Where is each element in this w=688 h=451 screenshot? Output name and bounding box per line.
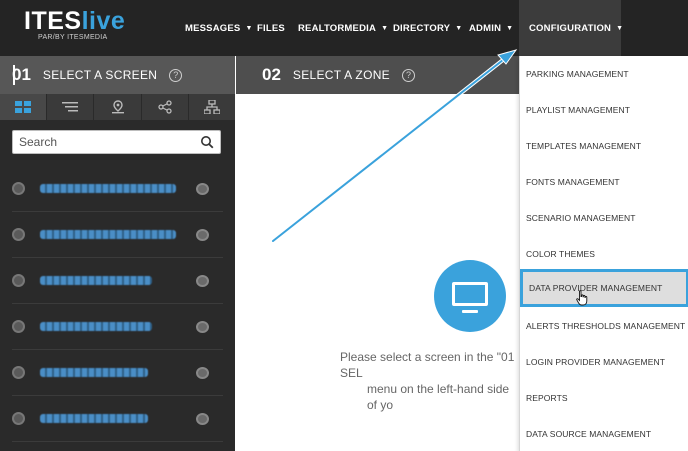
logo-text: ITESlive	[24, 7, 126, 35]
menu-item-data-provider-management[interactable]: DATA PROVIDER MANAGEMENT	[520, 269, 688, 307]
caret-down-icon: ▼	[245, 24, 253, 32]
caret-down-icon: ▼	[455, 24, 463, 32]
search-input[interactable]	[13, 131, 193, 153]
menu-item-templates-management[interactable]: TEMPLATES MANAGEMENT	[520, 128, 688, 164]
screen-action-icon[interactable]	[196, 229, 209, 241]
nav-admin[interactable]: ADMIN ▼	[469, 0, 513, 56]
screen-action-icon[interactable]	[196, 183, 209, 195]
screen-name	[40, 414, 148, 423]
share-view-button[interactable]	[142, 94, 189, 120]
menu-item-scenario-management[interactable]: SCENARIO MANAGEMENT	[520, 200, 688, 236]
help-icon[interactable]: ?	[401, 68, 415, 82]
caret-down-icon: ▼	[616, 24, 624, 32]
screen-name	[40, 184, 176, 193]
menu-item-color-themes[interactable]: COLOR THEMES	[520, 236, 688, 272]
nav-messages[interactable]: MESSAGES ▼	[185, 0, 253, 56]
nav-realtormedia[interactable]: REALTORMEDIA ▼	[298, 0, 388, 56]
text-cursor	[13, 65, 15, 85]
menu-item-alerts-thresholds-management[interactable]: ALERTS THRESHOLDS MANAGEMENT	[520, 308, 688, 344]
screen-list-item[interactable]	[0, 212, 235, 258]
filter-list-view-button[interactable]	[47, 94, 95, 120]
screen-status-icon	[12, 228, 25, 241]
screen-status-icon	[12, 274, 25, 287]
monitor-icon	[434, 260, 506, 332]
nav-configuration[interactable]: CONFIGURATION ▼	[519, 0, 624, 56]
iteslive-logo[interactable]: ITESlive PAR/BY ITESMEDIA	[24, 8, 125, 41]
screen-action-icon[interactable]	[196, 321, 209, 333]
help-icon[interactable]: ?	[169, 68, 183, 82]
screen-status-icon	[12, 366, 25, 379]
menu-item-data-source-management[interactable]: DATA SOURCE MANAGEMENT	[520, 416, 688, 451]
select-screen-header: 01 SELECT A SCREEN ?	[0, 56, 235, 94]
grid-view-button[interactable]	[0, 94, 48, 120]
search-box	[12, 130, 221, 154]
caret-down-icon: ▼	[381, 24, 389, 32]
screen-status-icon	[12, 182, 25, 195]
nav-directory[interactable]: DIRECTORY ▼	[393, 0, 462, 56]
screen-name	[40, 276, 152, 285]
grid-icon	[15, 101, 32, 113]
screen-list-item[interactable]	[0, 258, 235, 304]
hand-pointer-icon	[576, 290, 588, 306]
screen-action-icon[interactable]	[196, 367, 209, 379]
top-navigation-bar: ITESlive PAR/BY ITESMEDIA MESSAGES ▼ FILE…	[0, 0, 688, 56]
screen-selection-panel: 01 SELECT A SCREEN ?	[0, 56, 235, 451]
screen-action-icon[interactable]	[196, 413, 209, 425]
screen-list-item[interactable]	[0, 304, 235, 350]
share-icon	[158, 100, 172, 114]
screen-name	[40, 368, 148, 377]
screen-name	[40, 230, 176, 239]
zone-empty-message: Please select a screen in the "01 SEL me…	[340, 350, 515, 412]
menu-item-reports[interactable]: REPORTS	[520, 380, 688, 416]
hierarchy-icon	[203, 100, 220, 114]
nav-files[interactable]: FILES	[257, 0, 285, 56]
screen-status-icon	[12, 412, 25, 425]
view-mode-toolbar	[0, 94, 235, 120]
step-title: SELECT A SCREEN	[42, 68, 158, 82]
step-number: 01	[12, 65, 31, 84]
location-icon	[111, 100, 124, 114]
caret-down-icon: ▼	[506, 24, 514, 32]
menu-item-login-provider-management[interactable]: LOGIN PROVIDER MANAGEMENT	[520, 344, 688, 380]
hierarchy-view-button[interactable]	[189, 94, 235, 120]
step-title: SELECT A ZONE	[292, 68, 390, 82]
screen-list-item[interactable]	[0, 166, 235, 212]
step-number: 02	[262, 65, 281, 84]
location-view-button[interactable]	[94, 94, 142, 120]
screen-status-icon	[12, 320, 25, 333]
screen-name	[40, 322, 152, 331]
menu-item-playlist-management[interactable]: PLAYLIST MANAGEMENT	[520, 92, 688, 128]
logo-tagline: PAR/BY ITESMEDIA	[38, 34, 108, 41]
screen-list-item[interactable]	[0, 350, 235, 396]
configuration-dropdown-menu: PARKING MANAGEMENT PLAYLIST MANAGEMENT T…	[519, 56, 688, 451]
menu-item-parking-management[interactable]: PARKING MANAGEMENT	[520, 56, 688, 92]
search-icon[interactable]	[200, 135, 214, 149]
screen-action-icon[interactable]	[196, 275, 209, 287]
screen-list-item[interactable]	[0, 396, 235, 442]
menu-item-fonts-management[interactable]: FONTS MANAGEMENT	[520, 164, 688, 200]
filter-list-icon	[62, 102, 79, 112]
